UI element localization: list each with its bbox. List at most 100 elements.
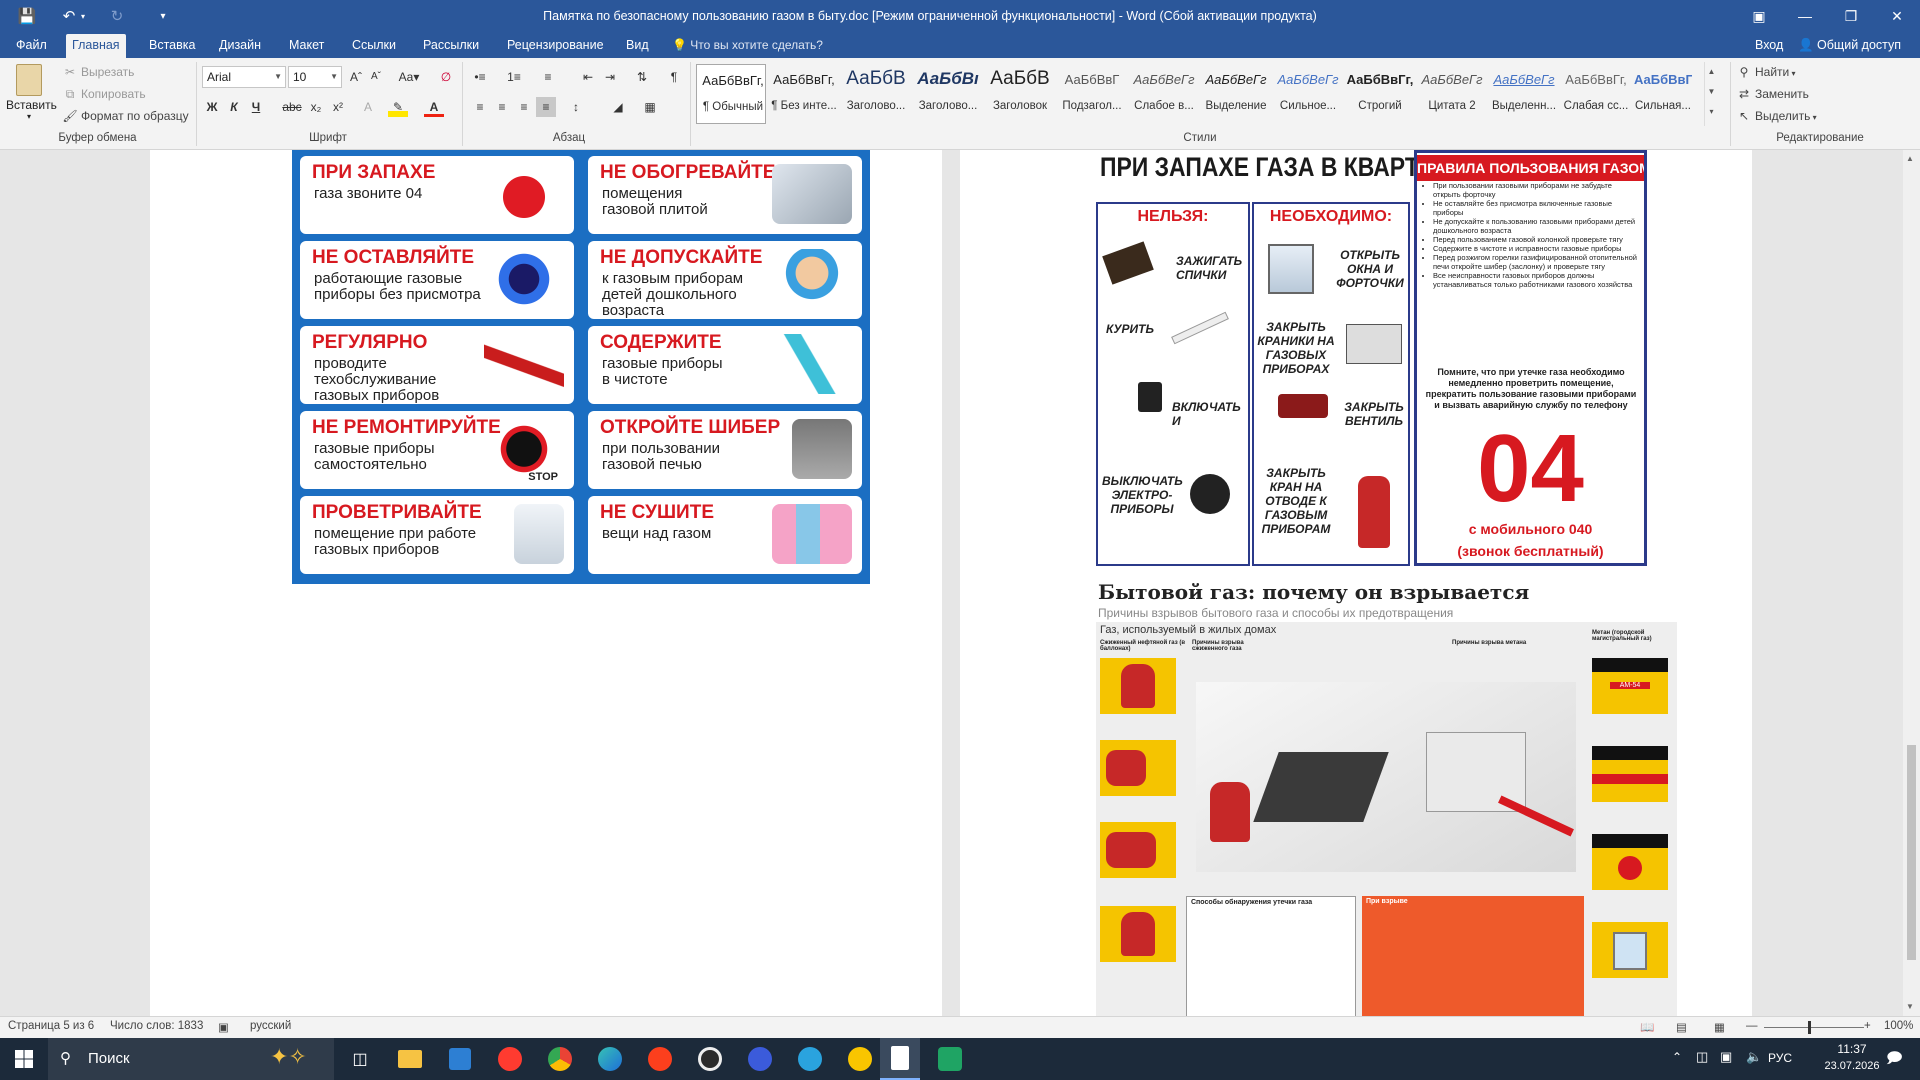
scrollbar-thumb[interactable] <box>1907 745 1916 960</box>
bold-icon[interactable]: Ж <box>202 97 222 117</box>
notifications-icon[interactable]: 🗩 <box>1886 1048 1903 1073</box>
style-heading-1[interactable]: АаБбВ Заголово... <box>840 64 910 124</box>
paste-button[interactable]: Вставить ▾ <box>6 62 57 128</box>
tab-design[interactable]: Дизайн <box>213 32 267 58</box>
telegram-icon[interactable] <box>790 1043 830 1075</box>
justify-icon[interactable]: ≡ <box>536 97 556 117</box>
bullets-icon[interactable]: •≡ <box>470 67 490 87</box>
style-intense-emphasis[interactable]: АаБбВеГг Сильное... <box>1272 64 1342 124</box>
grow-font-icon[interactable]: Aˆ <box>346 67 366 87</box>
tab-view[interactable]: Вид <box>620 32 655 58</box>
taskbar-search[interactable]: ⚲ Поиск ✦✧ <box>48 1038 334 1080</box>
read-mode-icon[interactable]: 📖 <box>1640 1020 1654 1034</box>
restore-icon[interactable]: ❐ <box>1828 0 1874 32</box>
replace-button[interactable]: ⇄ Заменить <box>1736 84 1809 104</box>
tell-me-search[interactable]: 💡 Что вы хотите сделать? <box>672 32 823 58</box>
tray-device-icon[interactable]: ▣ <box>1720 1049 1732 1065</box>
minimize-icon[interactable]: — <box>1782 0 1828 32</box>
multilevel-list-icon[interactable]: ≡ <box>538 67 558 87</box>
language[interactable]: русский <box>250 1020 291 1032</box>
print-layout-icon[interactable]: ▤ <box>1676 1020 1687 1034</box>
text-effects-icon[interactable]: A <box>358 97 378 117</box>
input-language[interactable]: РУС <box>1768 1051 1792 1065</box>
yandex-browser-icon[interactable] <box>490 1043 530 1075</box>
borders-icon[interactable]: ▦ <box>640 97 660 117</box>
align-right-icon[interactable]: ≡ <box>514 97 534 117</box>
style-quote[interactable]: АаБбВеГг Цитата 2 <box>1416 64 1486 124</box>
task-view-icon[interactable]: ◫ <box>340 1043 380 1075</box>
decrease-indent-icon[interactable]: ⇤ <box>578 67 598 87</box>
shrink-font-icon[interactable]: Aˇ <box>366 67 386 87</box>
style-subtle-reference[interactable]: АаБбВвГг, Слабая сс... <box>1560 64 1630 124</box>
style-no-spacing[interactable]: АаБбВвГг, ¶ Без инте... <box>768 64 838 124</box>
copy-button[interactable]: ⧉ Копировать <box>62 84 146 104</box>
clock-time[interactable]: 11:37 <box>1822 1042 1882 1056</box>
zoom-in-icon[interactable]: + <box>1864 1020 1871 1032</box>
italic-icon[interactable]: К <box>224 97 244 117</box>
tab-layout[interactable]: Макет <box>283 32 330 58</box>
style-strong[interactable]: АаБбВвГг, Строгий <box>1344 64 1414 124</box>
tab-references[interactable]: Ссылки <box>346 32 402 58</box>
tray-chevron-icon[interactable]: ⌃ <box>1672 1050 1682 1064</box>
yandex-icon[interactable] <box>640 1043 680 1075</box>
close-icon[interactable]: ✕ <box>1874 0 1920 32</box>
tab-review[interactable]: Рецензирование <box>501 32 610 58</box>
volume-icon[interactable]: 🔈 <box>1746 1049 1762 1065</box>
format-painter-button[interactable]: 🖌 Формат по образцу <box>62 106 188 126</box>
cut-button[interactable]: ✂ Вырезать <box>62 62 134 82</box>
line-spacing-icon[interactable]: ↕ <box>566 97 586 117</box>
zoom-out-icon[interactable]: — <box>1746 1020 1758 1032</box>
change-case-icon[interactable]: Aa▾ <box>394 67 424 87</box>
1c-icon[interactable] <box>840 1043 880 1075</box>
tab-mailings[interactable]: Рассылки <box>417 32 485 58</box>
word-count[interactable]: Число слов: 1833 <box>110 1020 203 1032</box>
vertical-scrollbar[interactable]: ▲ ▼ <box>1903 150 1920 1016</box>
tab-file[interactable]: Файл <box>10 32 53 58</box>
strikethrough-icon[interactable]: abc <box>282 97 302 117</box>
find-button[interactable]: ⚲ Найти ▾ <box>1736 62 1796 82</box>
style-subtitle[interactable]: АаБбВвГ Подзагол... <box>1056 64 1126 124</box>
zoom-slider-thumb[interactable] <box>1808 1021 1811 1034</box>
underline-icon[interactable]: Ч <box>246 97 266 117</box>
ribbon-display-icon[interactable]: ▣ <box>1736 0 1782 32</box>
numbering-icon[interactable]: 1≡ <box>504 67 524 87</box>
style-title[interactable]: АаБбВ Заголовок <box>984 64 1054 124</box>
style-intense-quote[interactable]: АаБбВеГг Выделенн... <box>1488 64 1558 124</box>
styles-scroll[interactable]: ▲ ▼ ▾ <box>1704 62 1718 126</box>
windows-start-icon[interactable] <box>4 1043 44 1075</box>
network-icon[interactable]: ◫ <box>1696 1049 1708 1065</box>
undo-dropdown-icon[interactable]: ▾ <box>76 0 90 32</box>
customize-toolbar-icon[interactable]: ▾ <box>146 0 180 32</box>
clock-date[interactable]: 23.07.2026 <box>1822 1060 1882 1072</box>
align-center-icon[interactable]: ≡ <box>492 97 512 117</box>
kaspersky-icon[interactable] <box>930 1043 970 1075</box>
subscript-icon[interactable]: x₂ <box>306 97 326 117</box>
pilcrow-icon[interactable]: ¶ <box>664 67 684 87</box>
sign-in-link[interactable]: Вход <box>1755 32 1783 58</box>
store-icon[interactable] <box>440 1043 480 1075</box>
zoom-level[interactable]: 100% <box>1884 1020 1913 1032</box>
shading-icon[interactable]: ◢ <box>608 97 628 117</box>
clear-formatting-icon[interactable]: ∅ <box>436 67 456 87</box>
font-name-select[interactable]: Arial ▼ <box>202 66 286 88</box>
scroll-down-icon[interactable]: ▼ <box>1906 1002 1914 1011</box>
style-subtle-emphasis[interactable]: АаБбВеГг Слабое в... <box>1128 64 1198 124</box>
highlight-icon[interactable]: ✎ <box>388 97 408 117</box>
font-size-select[interactable]: 10 ▼ <box>288 66 342 88</box>
proofing-icon[interactable]: ▣ <box>218 1020 229 1034</box>
save-icon[interactable]: 💾 <box>10 0 44 32</box>
sort-icon[interactable]: ⇅ <box>632 67 652 87</box>
zoom-slider[interactable] <box>1764 1027 1864 1028</box>
increase-indent-icon[interactable]: ⇥ <box>600 67 620 87</box>
select-button[interactable]: ↖ Выделить ▾ <box>1736 106 1817 126</box>
file-explorer-icon[interactable] <box>390 1043 430 1075</box>
web-layout-icon[interactable]: ▦ <box>1714 1020 1725 1034</box>
style-heading-2[interactable]: АаБбВı Заголово... <box>912 64 982 124</box>
page-count[interactable]: Страница 5 из 6 <box>8 1020 94 1032</box>
chrome-icon[interactable] <box>540 1043 580 1075</box>
style-emphasis[interactable]: АаБбВеГг Выделение <box>1200 64 1270 124</box>
page-right[interactable]: ПРИ ЗАПАХЕ ГАЗА В КВАРТИРЕ: НЕЛЬЗЯ: ЗАЖИ… <box>960 150 1752 1016</box>
word-taskbar-icon[interactable] <box>880 1038 920 1080</box>
document-area[interactable]: ПРИ ЗАПАХЕ газа звоните 04 НЕ ОБОГРЕВАЙТ… <box>0 150 1903 1016</box>
scroll-up-icon[interactable]: ▲ <box>1906 154 1914 163</box>
